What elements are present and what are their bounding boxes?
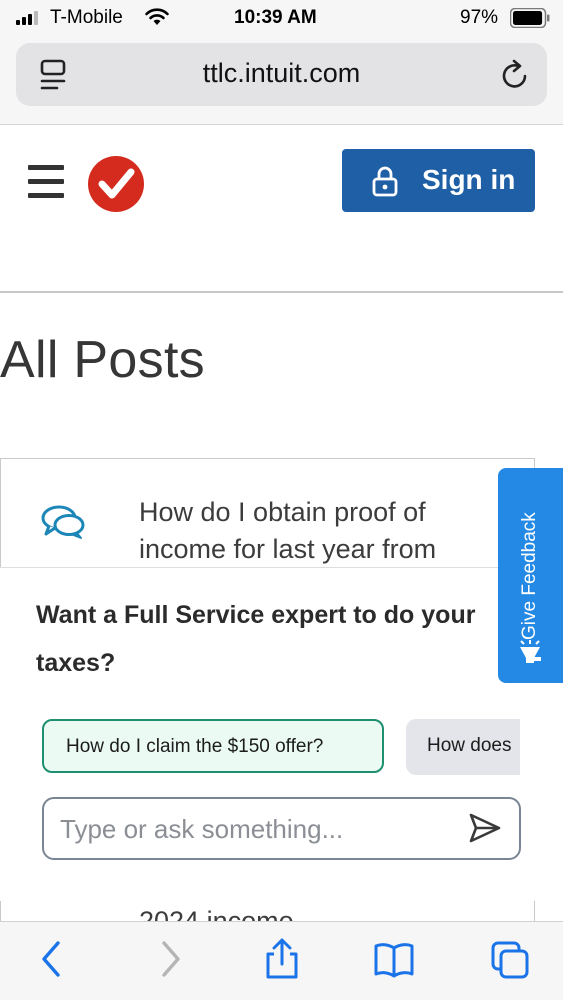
send-arrow-icon[interactable] — [468, 812, 502, 844]
share-icon[interactable] — [262, 938, 302, 980]
suggestion-chip-label: How does — [427, 735, 512, 756]
signal-bars-icon — [16, 11, 46, 25]
back-arrow-icon[interactable] — [32, 938, 72, 980]
assistant-heading: Want a Full Service expert to do your ta… — [36, 591, 506, 691]
next-post-title[interactable]: 2024 income — [139, 903, 294, 921]
battery-percent: 97% — [460, 7, 499, 28]
megaphone-icon — [520, 640, 541, 663]
suggestion-chip-how-does[interactable]: How does — [406, 719, 520, 775]
status-time: 10:39 AM — [234, 7, 317, 28]
lock-icon — [372, 166, 398, 197]
give-feedback-label: Give Feedback — [519, 512, 540, 640]
wifi-icon — [145, 8, 169, 25]
battery-icon — [510, 8, 550, 28]
post-title-link[interactable]: How do I obtain proof of income for last… — [139, 494, 469, 568]
forward-arrow-icon[interactable] — [150, 938, 190, 980]
reload-icon[interactable] — [499, 58, 531, 92]
page-title: All Posts — [0, 331, 205, 389]
suggestion-chip-label: How do I claim the $150 offer? — [66, 736, 324, 757]
url-text[interactable]: ttlc.intuit.com — [0, 58, 563, 89]
ask-input-box[interactable] — [42, 797, 521, 860]
sign-in-button[interactable]: Sign in — [342, 149, 535, 212]
assistant-heading-text: Want a Full Service expert to do your ta… — [36, 601, 476, 677]
carrier-name: T-Mobile — [50, 7, 123, 28]
sign-in-label: Sign in — [422, 164, 516, 195]
ask-input[interactable] — [58, 809, 452, 849]
chat-bubbles-icon — [41, 505, 85, 539]
hamburger-menu-icon[interactable] — [28, 163, 64, 201]
give-feedback-tab[interactable]: Give Feedback — [498, 468, 563, 683]
suggestion-chip-claim-offer[interactable]: How do I claim the $150 offer? — [42, 719, 384, 773]
tabs-icon[interactable] — [490, 938, 530, 980]
turbotax-checkmark-logo-icon[interactable] — [87, 155, 145, 213]
bookmarks-icon[interactable] — [374, 938, 414, 980]
